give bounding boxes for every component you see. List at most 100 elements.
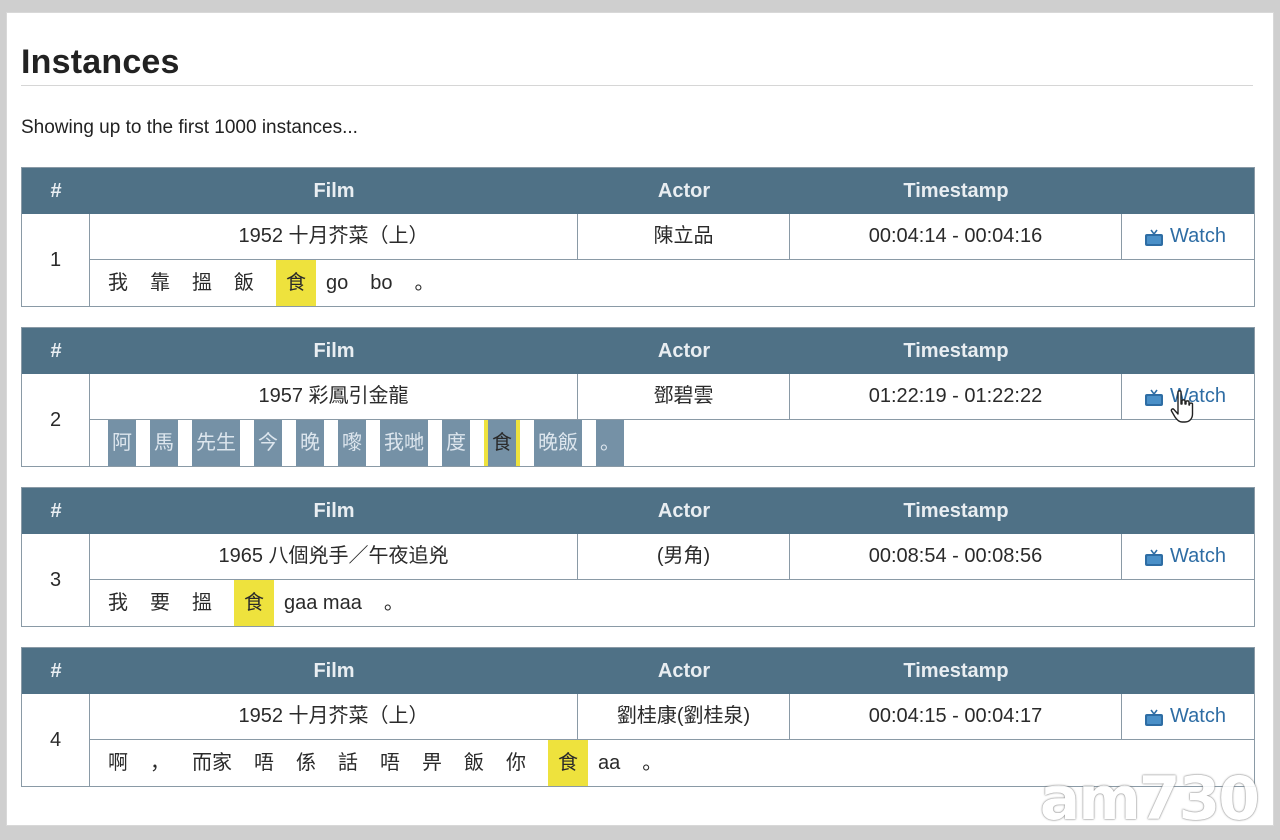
table-header: # Film Actor Timestamp bbox=[22, 168, 1254, 214]
watch-label: Watch bbox=[1170, 705, 1226, 727]
transcript-sentence: 我要搵食 gaa maa 。 bbox=[90, 580, 1254, 626]
highlighted-token: 食 bbox=[234, 580, 274, 626]
token: 飯 bbox=[464, 752, 484, 774]
header-num: # bbox=[50, 340, 62, 362]
timestamp-cell: 00:04:15 - 00:04:17 bbox=[790, 694, 1122, 739]
token: 度 bbox=[442, 420, 470, 466]
instance-block: # Film Actor Timestamp 2 1957 彩鳳引金龍 鄧碧雲 … bbox=[21, 327, 1255, 467]
highlighted-token: 食 bbox=[484, 420, 520, 466]
watch-label: Watch bbox=[1170, 545, 1226, 567]
header-film: Film bbox=[313, 180, 355, 202]
instance-number: 1 bbox=[22, 214, 90, 306]
watch-cell: Watch bbox=[1122, 214, 1254, 259]
token: 。 bbox=[642, 752, 663, 774]
actor-cell: 陳立品 bbox=[578, 214, 790, 259]
token: 。 bbox=[596, 420, 624, 466]
header-num: # bbox=[50, 500, 62, 522]
instance-number: 4 bbox=[22, 694, 90, 786]
highlighted-token: 食 bbox=[548, 740, 588, 786]
film-cell: 1965 八個兇手／午夜追兇 bbox=[90, 534, 578, 579]
header-actor: Actor bbox=[657, 340, 711, 362]
page-title: Instances bbox=[21, 43, 180, 81]
token: 搵 bbox=[192, 272, 212, 294]
token: 畀 bbox=[422, 752, 442, 774]
tv-icon bbox=[1145, 549, 1163, 566]
token: bo bbox=[370, 272, 393, 294]
token: gaa maa bbox=[284, 592, 362, 614]
token: 馬 bbox=[150, 420, 178, 466]
header-actor: Actor bbox=[657, 500, 711, 522]
token: 先生 bbox=[192, 420, 240, 466]
instance-number: 3 bbox=[22, 534, 90, 626]
watch-link[interactable]: Watch bbox=[1144, 534, 1226, 579]
token: 你 bbox=[506, 752, 526, 774]
table-row: 1957 彩鳳引金龍 鄧碧雲 01:22:19 - 01:22:22 Watch bbox=[90, 374, 1254, 420]
tv-icon bbox=[1145, 709, 1163, 726]
header-film: Film bbox=[313, 340, 355, 362]
token: 要 bbox=[150, 592, 170, 614]
header-num: # bbox=[50, 180, 62, 202]
table-header: # Film Actor Timestamp bbox=[22, 328, 1254, 374]
token: 阿 bbox=[108, 420, 136, 466]
token: 嚟 bbox=[338, 420, 366, 466]
token: 。 bbox=[414, 272, 435, 294]
actor-cell: (男角) bbox=[578, 534, 790, 579]
hand-pointer-icon bbox=[1170, 390, 1194, 423]
token: 飯 bbox=[234, 272, 254, 294]
watermark-logo: am730 bbox=[1039, 764, 1260, 834]
token: ， bbox=[150, 752, 170, 774]
table-row: 1952 十月芥菜（上） 陳立品 00:04:14 - 00:04:16 Wat… bbox=[90, 214, 1254, 260]
header-actor: Actor bbox=[657, 180, 711, 202]
actor-cell: 鄧碧雲 bbox=[578, 374, 790, 419]
token: aa bbox=[598, 752, 621, 774]
header-film: Film bbox=[313, 660, 355, 682]
timestamp-cell: 00:08:54 - 00:08:56 bbox=[790, 534, 1122, 579]
token: 啊 bbox=[108, 752, 128, 774]
token: 晚飯 bbox=[534, 420, 582, 466]
token: 唔 bbox=[254, 752, 274, 774]
header-timestamp: Timestamp bbox=[903, 180, 1009, 202]
title-divider bbox=[21, 85, 1253, 86]
watch-link[interactable]: Watch bbox=[1144, 694, 1226, 739]
token: go bbox=[326, 272, 349, 294]
token: 。 bbox=[383, 592, 404, 614]
film-cell: 1957 彩鳳引金龍 bbox=[90, 374, 578, 419]
page-subtitle: Showing up to the first 1000 instances..… bbox=[21, 117, 358, 138]
token: 係 bbox=[296, 752, 316, 774]
instance-block: # Film Actor Timestamp 1 1952 十月芥菜（上） 陳立… bbox=[21, 167, 1255, 307]
token: 我 bbox=[108, 272, 128, 294]
token: 我哋 bbox=[380, 420, 428, 466]
token: 唔 bbox=[380, 752, 400, 774]
token: 我 bbox=[108, 592, 128, 614]
film-cell: 1952 十月芥菜（上） bbox=[90, 694, 578, 739]
instance-number: 2 bbox=[22, 374, 90, 466]
watch-cell: Watch bbox=[1122, 534, 1254, 579]
instance-block: # Film Actor Timestamp 3 1965 八個兇手／午夜追兇 … bbox=[21, 487, 1255, 627]
header-num: # bbox=[50, 660, 62, 682]
transcript-sentence-selected: 阿馬先生今晚嚟我哋度食晚飯。 bbox=[90, 420, 1254, 466]
token: 靠 bbox=[150, 272, 170, 294]
table-row: 1965 八個兇手／午夜追兇 (男角) 00:08:54 - 00:08:56 … bbox=[90, 534, 1254, 580]
watch-cell: Watch bbox=[1122, 694, 1254, 739]
header-film: Film bbox=[313, 500, 355, 522]
token: 而家 bbox=[192, 752, 232, 774]
header-timestamp: Timestamp bbox=[903, 340, 1009, 362]
timestamp-cell: 01:22:19 - 01:22:22 bbox=[790, 374, 1122, 419]
actor-cell: 劉桂康(劉桂泉) bbox=[578, 694, 790, 739]
table-header: # Film Actor Timestamp bbox=[22, 488, 1254, 534]
token: 話 bbox=[338, 752, 358, 774]
watch-label: Watch bbox=[1170, 225, 1226, 247]
tv-icon bbox=[1145, 229, 1163, 246]
header-timestamp: Timestamp bbox=[903, 660, 1009, 682]
timestamp-cell: 00:04:14 - 00:04:16 bbox=[790, 214, 1122, 259]
film-cell: 1952 十月芥菜（上） bbox=[90, 214, 578, 259]
token: 晚 bbox=[296, 420, 324, 466]
highlighted-token: 食 bbox=[276, 260, 316, 306]
instances-page: Instances Showing up to the first 1000 i… bbox=[6, 12, 1274, 826]
watch-link[interactable]: Watch bbox=[1144, 214, 1226, 259]
transcript-sentence: 我靠搵飯食 go bo 。 bbox=[90, 260, 1254, 306]
token: 搵 bbox=[192, 592, 212, 614]
tv-icon bbox=[1145, 389, 1163, 406]
table-row: 1952 十月芥菜（上） 劉桂康(劉桂泉) 00:04:15 - 00:04:1… bbox=[90, 694, 1254, 740]
header-actor: Actor bbox=[657, 660, 711, 682]
